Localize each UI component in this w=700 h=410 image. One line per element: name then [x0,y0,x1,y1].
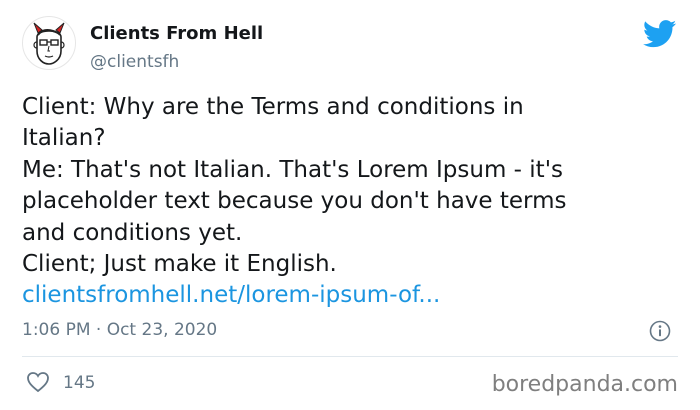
divider [22,356,678,357]
info-icon[interactable] [649,320,671,342]
tweet-timestamp[interactable]: 1:06 PM · Oct 23, 2020 [22,320,217,340]
author-name[interactable]: Clients From Hell [90,23,263,44]
tweet-line: Me: That's not Italian. That's Lorem Ips… [22,156,563,183]
tweet-line: Client; Just make it English. [22,251,337,278]
tweet-link[interactable]: clientsfromhell.net/lorem-ipsum-of... [22,280,672,311]
devil-face-icon [33,22,65,65]
tweet-line: Client: Why are the Terms and conditions… [22,94,524,120]
watermark-logo: boredpanda.com [491,372,678,397]
avatar[interactable] [22,16,76,70]
tweet-line: placeholder text because you don't have … [22,188,567,215]
tweet-line: and conditions yet. [22,219,243,246]
like-count: 145 [63,373,96,393]
author-handle[interactable]: @clientsfh [90,52,179,72]
tweet-text: Client: Why are the Terms and conditions… [22,92,672,312]
heart-icon[interactable] [26,371,50,393]
twitter-bird-icon[interactable] [643,20,677,48]
tweet-line: Italian? [22,125,106,152]
